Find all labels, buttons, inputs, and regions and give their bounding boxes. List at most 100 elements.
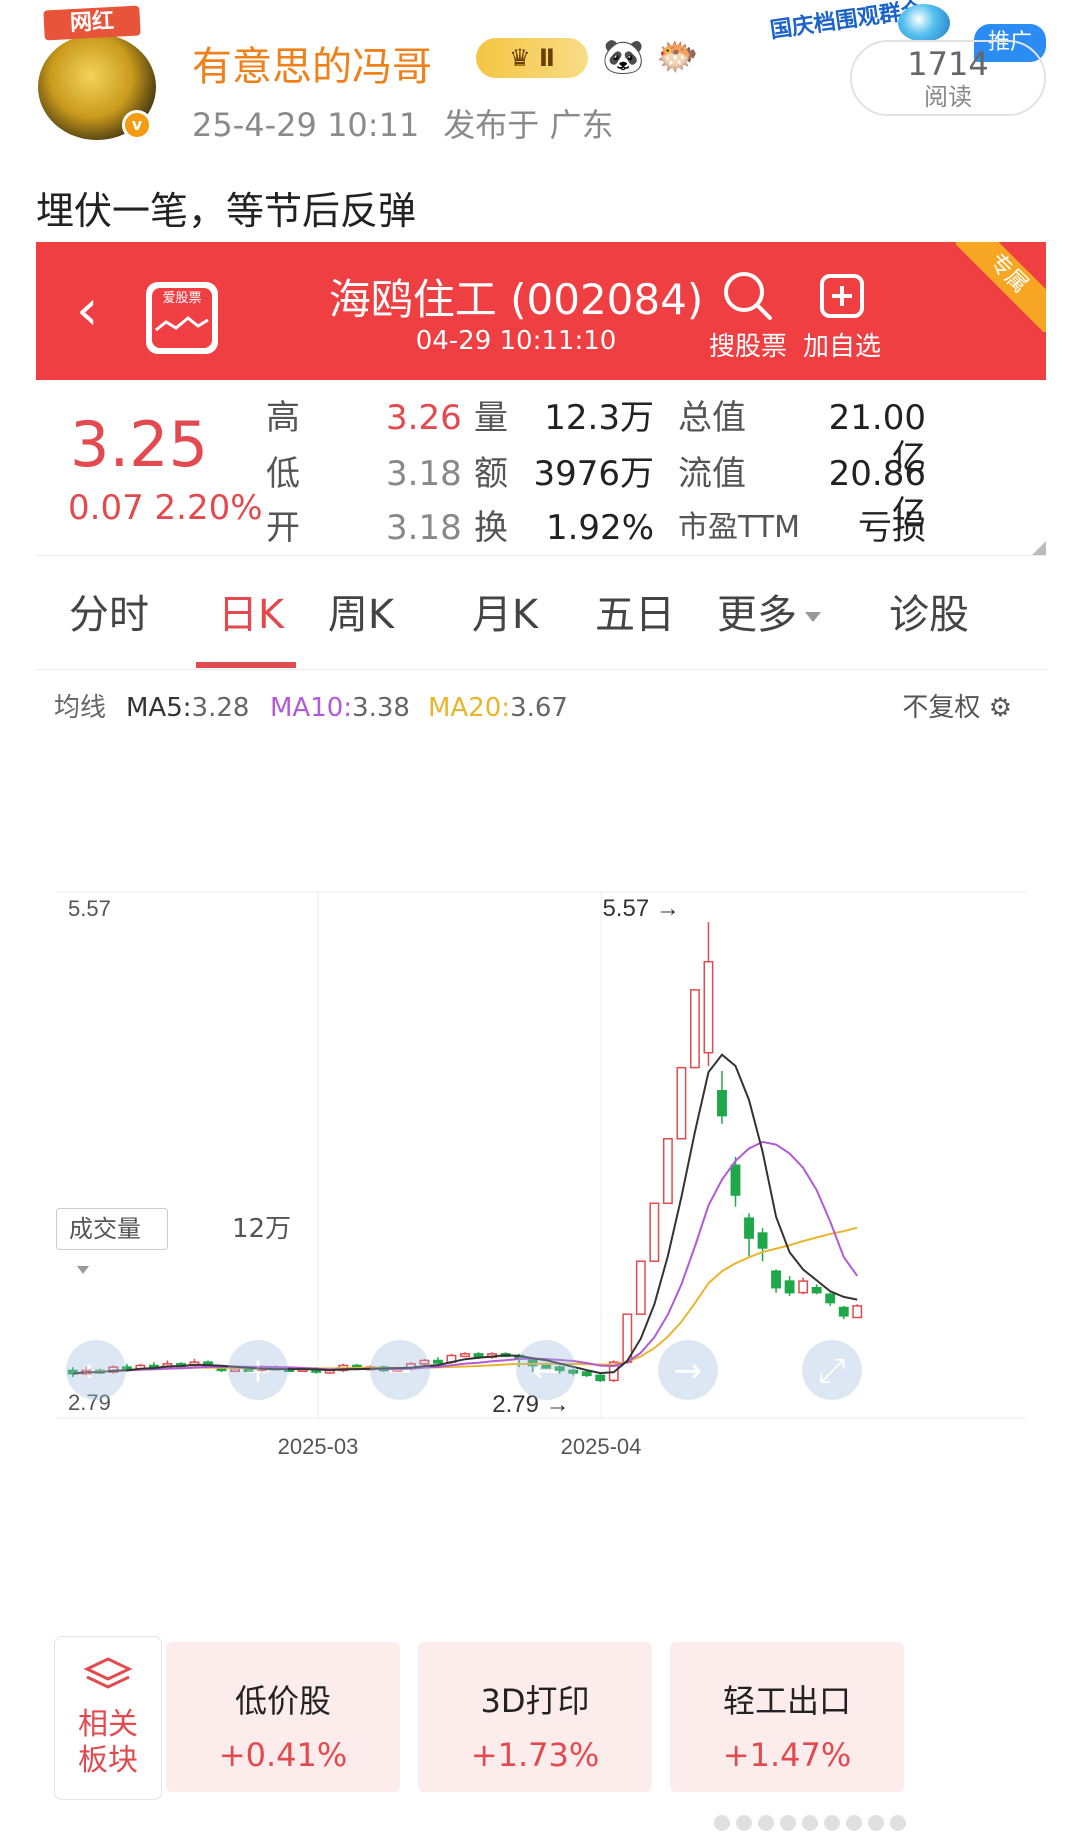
vip-badge: ♛ Ⅱ (476, 38, 588, 78)
arrow-left-icon-glyph: ← (82, 1351, 111, 1391)
volume-value: 12.3万 (544, 398, 654, 438)
open-label: 开 (266, 508, 300, 548)
candle-body (649, 1202, 660, 1262)
chart-tabs: 分时 日K 周K 月K 五日 更多 诊股 (36, 564, 1046, 670)
stock-topbar: ‹ 爱股票 海鸥住工 (002084) 04-29 10:11:10 搜股票 加… (36, 242, 1046, 380)
quote-panel: 3.25 0.07 2.20% 高 3.26 低 3.18 开 3.18 量 1… (36, 380, 1046, 556)
sector-card[interactable]: 3D打印 +1.73% (418, 1642, 652, 1792)
ma10-legend: MA10:3.38 (270, 686, 410, 730)
back-arrow-icon[interactable]: ‹ (76, 283, 116, 339)
post-date: 25-4-29 10:11 (192, 106, 420, 144)
related-sectors-button[interactable]: 相关 板块 (54, 1636, 162, 1800)
app-logo-text: 爱股票 (162, 291, 202, 306)
search-stock-button[interactable]: 搜股票 (698, 266, 798, 366)
ma20-legend: MA20:3.67 (428, 686, 568, 730)
chevron-down-icon (805, 612, 821, 622)
tab-more[interactable]: 更多 (704, 582, 834, 642)
ma10-label: MA10: (270, 693, 353, 723)
moving-averages (72, 1053, 859, 1375)
pe-value: 亏损 (858, 508, 926, 548)
trend-icon (155, 316, 209, 332)
zoom-in-icon-glyph: + (244, 1351, 273, 1391)
x-tick-label: 2025-03 (278, 1434, 359, 1459)
volume-label: 量 (474, 398, 508, 438)
expand-corner-icon[interactable] (1032, 541, 1046, 555)
ma20-line (72, 1226, 858, 1375)
scroll-right-icon[interactable]: → (658, 1340, 718, 1400)
search-icon (724, 272, 772, 320)
ma-title: 均线 (54, 693, 107, 723)
post-text: 埋伏一笔，等节后反弹 (36, 189, 417, 233)
volume-selector[interactable]: 成交量 (56, 1208, 168, 1274)
scroll-left-icon[interactable]: ← (516, 1340, 576, 1400)
low-value: 3.18 (386, 454, 462, 494)
exclusive-label: 专属 (956, 242, 1046, 332)
tab-five-day[interactable]: 五日 (580, 582, 690, 642)
pufferfish-emoji-icon: 🐡 (656, 37, 699, 77)
pe-label: 市盈TTM (678, 510, 801, 545)
stock-card[interactable]: ‹ 爱股票 海鸥住工 (002084) 04-29 10:11:10 搜股票 加… (36, 242, 1046, 1812)
high-label: 高 (266, 398, 300, 438)
username[interactable]: 有意思的冯哥 (192, 34, 432, 92)
candle-body (744, 1217, 754, 1239)
candle-body (757, 1232, 768, 1249)
mktcap-label: 总值 (678, 398, 746, 438)
kline-chart[interactable]: 5.572.795.57 →2.79 →2025-03 2025-04 ← + − ← →… (36, 742, 1046, 1602)
gear-icon: ⚙ (988, 693, 1012, 723)
current-price: 3.25 (70, 408, 209, 481)
tab-diagnose[interactable]: 诊股 (864, 582, 994, 642)
candle-body (460, 1353, 470, 1358)
read-count: 1714 阅读 (850, 40, 1046, 116)
sector-change: +1.47% (722, 1736, 852, 1774)
sector-name: 低价股 (234, 1682, 331, 1720)
chart-overlay-controls: ← + − ← → ⤢ (66, 1340, 862, 1400)
adjust-label: 不复权 (902, 693, 981, 723)
zoom-out-icon-glyph: − (386, 1351, 415, 1391)
sector-name: 3D打印 (480, 1682, 590, 1720)
sector-card[interactable]: 轻工出口 +1.47% (670, 1642, 904, 1792)
low-label: 低 (266, 454, 300, 494)
scroll-left-icon-glyph: ← (532, 1351, 561, 1391)
candles (67, 922, 863, 1382)
adjust-button[interactable]: 不复权 ⚙ (902, 686, 1012, 730)
candle-body (717, 1090, 727, 1117)
panda-emoji-icon: 🐼 (602, 37, 645, 77)
tab-monthly-k[interactable]: 月K (440, 582, 570, 642)
fullscreen-icon[interactable]: ⤢ (802, 1340, 862, 1400)
candle-body (703, 960, 714, 1054)
ma20-label: MA20: (428, 693, 511, 723)
active-tab-indicator (196, 662, 296, 668)
sector-card[interactable]: 低价股 +0.41% (166, 1642, 400, 1792)
layers-icon (83, 1657, 133, 1689)
add-watchlist-button[interactable]: 加自选 (792, 266, 892, 366)
tab-timeshare[interactable]: 分时 (54, 582, 164, 642)
exclusive-ribbon: 专属 (956, 242, 1046, 332)
read-count-number: 1714 (907, 45, 989, 83)
candle-body (784, 1280, 795, 1294)
zoom-in-icon[interactable]: + (228, 1340, 288, 1400)
arrow-left-icon[interactable]: ← (66, 1340, 126, 1400)
add-icon (820, 274, 864, 318)
scroll-right-icon-glyph: → (674, 1351, 703, 1391)
ma-legend: 均线 MA5:3.28 MA10:3.38 MA20:3.67 不复权 ⚙ (36, 686, 1046, 730)
festival-mascot-icon (898, 4, 950, 42)
tab-weekly-k[interactable]: 周K (296, 582, 426, 642)
ma20-value: 3.67 (510, 693, 568, 723)
candle-body (852, 1305, 863, 1319)
ma5-value: 3.28 (191, 693, 250, 723)
sector-change: +1.73% (470, 1736, 600, 1774)
float-label: 流值 (678, 454, 746, 494)
sector-change: +0.41% (218, 1736, 348, 1774)
stock-time: 04-29 10:11:10 (415, 326, 617, 356)
related-label-line1: 相关 (78, 1707, 138, 1742)
avatar-badge: 网红 (43, 5, 141, 41)
amount-value: 3976万 (533, 454, 654, 494)
ma5-legend: MA5:3.28 (126, 686, 249, 730)
x-tick-label: 2025-04 (561, 1434, 642, 1459)
zoom-out-icon[interactable]: − (370, 1340, 430, 1400)
chart-grid (56, 891, 1026, 1419)
search-stock-label: 搜股票 (708, 332, 787, 362)
stock-title: 海鸥住工 (002084) (328, 275, 704, 324)
candle-body (433, 1359, 443, 1364)
add-watchlist-label: 加自选 (802, 332, 881, 362)
